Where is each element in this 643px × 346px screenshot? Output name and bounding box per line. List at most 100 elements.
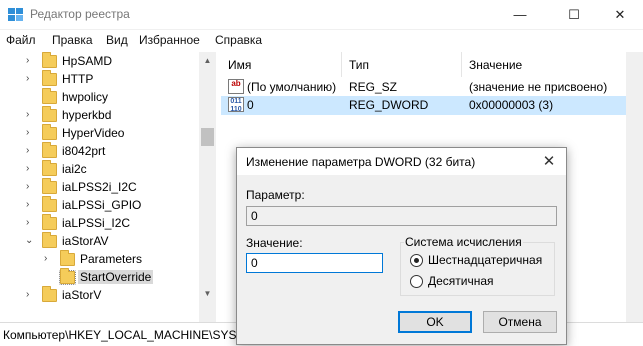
folder-icon (42, 286, 57, 302)
tree-item-label: iai2c (62, 162, 87, 176)
expand-chevron-icon[interactable]: › (26, 182, 34, 192)
tree-item-iastorav[interactable]: ⌄ iaStorAV (0, 232, 200, 251)
expand-chevron-icon[interactable]: › (26, 146, 34, 156)
list-item[interactable]: 011 110 0 REG_DWORD 0x00000003 (3) (221, 96, 643, 115)
menu-file[interactable]: Файл (6, 33, 36, 47)
scroll-down-icon[interactable]: ▼ (199, 285, 216, 302)
expand-chevron-icon[interactable]: › (26, 218, 34, 228)
folder-icon (60, 250, 75, 266)
scroll-up-icon[interactable]: ▲ (199, 52, 216, 69)
radio-decimal-label[interactable]: Десятичная (428, 274, 494, 288)
menu-favorites[interactable]: Избранное (139, 33, 200, 47)
expand-chevron-icon[interactable]: › (26, 290, 34, 300)
value-data: 0x00000003 (3) (469, 98, 554, 112)
tree-item-label: iaLPSSi_I2C (62, 216, 131, 230)
menu-help[interactable]: Справка (215, 33, 262, 47)
tree-item-label: hwpolicy (62, 90, 109, 104)
folder-icon (42, 232, 57, 248)
tree-item-hwpolicy[interactable]: hwpolicy (0, 88, 200, 107)
value-type: REG_DWORD (349, 98, 429, 112)
folder-icon (42, 178, 57, 194)
maximize-button[interactable]: ☐ (551, 0, 597, 30)
param-name-field: 0 (246, 206, 557, 226)
radio-decimal[interactable] (410, 275, 423, 288)
value-name: (По умолчанию) (247, 80, 337, 94)
radio-hex-label[interactable]: Шестнадцатеричная (428, 253, 542, 267)
expand-chevron-icon[interactable]: › (26, 200, 34, 210)
menu-view[interactable]: Вид (106, 33, 128, 47)
scroll-thumb[interactable] (201, 128, 214, 146)
folder-icon (42, 70, 57, 86)
minimize-button[interactable]: — (497, 0, 543, 30)
folder-icon (42, 52, 57, 68)
list-item[interactable]: ab (По умолчанию) REG_SZ (значение не пр… (221, 78, 643, 97)
tree-item-hypervideo[interactable]: › HyperVideo (0, 124, 200, 143)
tree-item-label: iaStorV (62, 288, 102, 302)
folder-icon (59, 268, 76, 285)
folder-icon (42, 124, 57, 140)
expand-chevron-icon[interactable]: › (26, 128, 34, 138)
folder-icon (42, 196, 57, 212)
menu-bar: Файл Правка Вид Избранное Справка (0, 30, 643, 51)
tree-item-label: HpSAMD (62, 54, 113, 68)
menu-edit[interactable]: Правка (52, 33, 93, 47)
title-bar: Редактор реестра — ☐ ✕ (0, 0, 643, 30)
expand-chevron-icon[interactable]: › (26, 110, 34, 120)
tree-item-parameters[interactable]: › Parameters (0, 250, 200, 269)
value-data-input[interactable]: 0 (246, 253, 383, 273)
tree-scrollbar[interactable]: ▲ ▼ (199, 52, 216, 322)
expand-chevron-icon[interactable]: › (26, 74, 34, 84)
dialog-title: Изменение параметра DWORD (32 бита) (246, 155, 476, 169)
tree-item-i8042prt[interactable]: › i8042prt (0, 142, 200, 161)
tree-item-ialpssi-i2c[interactable]: › iaLPSSi_I2C (0, 214, 200, 233)
radio-hex[interactable] (410, 254, 423, 267)
column-header-name[interactable]: Имя (228, 58, 251, 72)
string-value-icon: ab (228, 79, 244, 94)
list-header: Имя Тип Значение (221, 52, 643, 77)
value-data: (значение не присвоено) (469, 80, 608, 94)
list-scrollbar[interactable] (626, 52, 643, 322)
column-divider[interactable] (461, 52, 462, 77)
tree-item-iai2c[interactable]: › iai2c (0, 160, 200, 179)
value-name: 0 (247, 98, 254, 112)
base-group-title: Система исчисления (404, 235, 523, 249)
value-label: Значение: (246, 236, 303, 250)
dialog-title-bar: Изменение параметра DWORD (32 бита) ✕ (237, 148, 566, 175)
tree-item-label: hyperkbd (62, 108, 112, 122)
collapse-chevron-icon[interactable]: ⌄ (25, 236, 33, 246)
ok-button[interactable]: OK (398, 311, 472, 333)
folder-icon (42, 160, 57, 176)
param-label: Параметр: (246, 188, 305, 202)
tree-item-label: i8042prt (62, 144, 106, 158)
tree-item-startoverride[interactable]: StartOverride (0, 268, 200, 287)
window-title: Редактор реестра (30, 7, 130, 21)
tree-item-label: iaLPSS2i_I2C (62, 180, 137, 194)
dialog-close-button[interactable]: ✕ (538, 152, 560, 172)
folder-icon (42, 142, 57, 158)
folder-icon (42, 214, 57, 230)
binary-value-icon: 011 110 (228, 97, 244, 113)
tree-item-hyperkbd[interactable]: › hyperkbd (0, 106, 200, 125)
column-divider[interactable] (341, 52, 342, 77)
tree-item-ialpss2i-i2c[interactable]: › iaLPSS2i_I2C (0, 178, 200, 197)
column-header-type[interactable]: Тип (349, 58, 369, 72)
registry-editor-icon (8, 8, 23, 21)
tree-item-ialpssi-gpio[interactable]: › iaLPSSi_GPIO (0, 196, 200, 215)
tree-item-label: iaLPSSi_GPIO (62, 198, 142, 212)
tree-item-label: iaStorAV (62, 234, 109, 248)
column-header-value[interactable]: Значение (469, 58, 522, 72)
folder-icon (42, 106, 57, 122)
close-button[interactable]: ✕ (597, 0, 643, 30)
folder-icon (42, 88, 57, 104)
expand-chevron-icon[interactable]: › (26, 164, 34, 174)
expand-chevron-icon[interactable]: › (44, 254, 52, 264)
tree-item-iastorv[interactable]: › iaStorV (0, 286, 200, 305)
tree-item-hpsamd[interactable]: › HpSAMD (0, 52, 200, 71)
tree-item-label: Parameters (80, 252, 143, 266)
tree-item-http[interactable]: › HTTP (0, 70, 200, 89)
cancel-button[interactable]: Отмена (483, 311, 557, 333)
expand-chevron-icon[interactable]: › (26, 56, 34, 66)
key-tree[interactable]: › HpSAMD › HTTP hwpolicy › hyperkbd › Hy… (0, 52, 216, 322)
tree-item-label: HyperVideo (62, 126, 125, 140)
tree-item-label: StartOverride (78, 270, 154, 284)
